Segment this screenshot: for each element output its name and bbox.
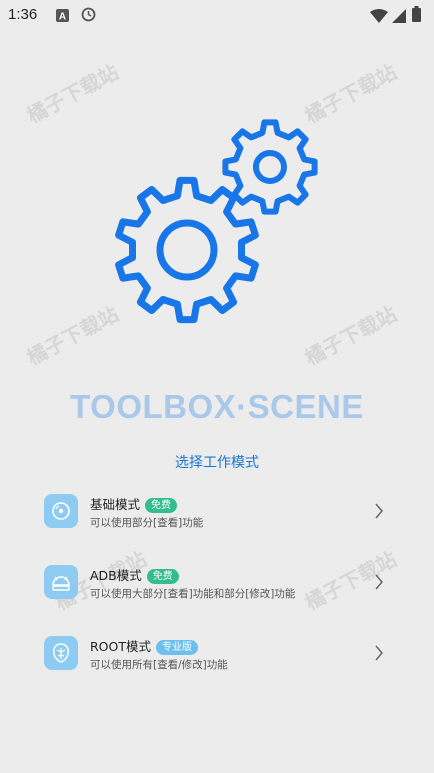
- mode-select-title: 选择工作模式: [175, 455, 259, 471]
- battery-icon: [412, 6, 421, 26]
- mode-item-adb[interactable]: ADB模式 免费 可以使用大部分[查看]功能和部分[修改]功能: [36, 559, 398, 615]
- mode-name-label: ROOT模式: [90, 639, 151, 654]
- mode-name-label: 基础模式: [90, 497, 141, 512]
- mode-item-basic[interactable]: 基础模式 免费 可以使用部分[查看]功能: [36, 488, 398, 544]
- pro-badge: 专业版: [156, 640, 198, 655]
- mode-description: 可以使用部分[查看]功能: [90, 517, 204, 529]
- chevron-right-icon: [374, 573, 384, 595]
- signal-icon: [392, 8, 406, 27]
- disc-icon: [44, 494, 78, 528]
- mode-description: 可以使用所有[查看/修改]功能: [90, 659, 228, 671]
- wifi-icon: [370, 8, 388, 27]
- free-badge: 免费: [145, 498, 178, 513]
- mode-item-root[interactable]: ROOT模式 专业版 可以使用所有[查看/修改]功能: [36, 630, 398, 686]
- status-bar: 1:36 A: [0, 0, 434, 30]
- android-icon: [44, 565, 78, 599]
- a-notification-icon: A: [56, 7, 69, 26]
- svg-text:A: A: [59, 12, 66, 23]
- free-badge: 免费: [146, 569, 179, 584]
- app-title: TOOLBOX·SCENE: [70, 388, 364, 425]
- gears-illustration: [110, 115, 325, 330]
- status-time: 1:36: [8, 6, 38, 23]
- mode-name: ROOT模式 专业版: [90, 636, 198, 655]
- watermark: 橘子下载站: [22, 301, 123, 370]
- mode-name: ADB模式 免费: [90, 565, 179, 584]
- small-gear-icon: [222, 119, 318, 215]
- mode-description: 可以使用大部分[查看]功能和部分[修改]功能: [90, 588, 296, 600]
- mode-name: 基础模式 免费: [90, 494, 178, 513]
- chevron-right-icon: [374, 644, 384, 666]
- watermark: 橘子下载站: [22, 59, 123, 128]
- chevron-right-icon: [374, 502, 384, 524]
- root-icon: [44, 636, 78, 670]
- mode-name-label: ADB模式: [90, 568, 142, 583]
- large-gear-icon: [115, 176, 259, 324]
- clock-icon: [81, 7, 96, 26]
